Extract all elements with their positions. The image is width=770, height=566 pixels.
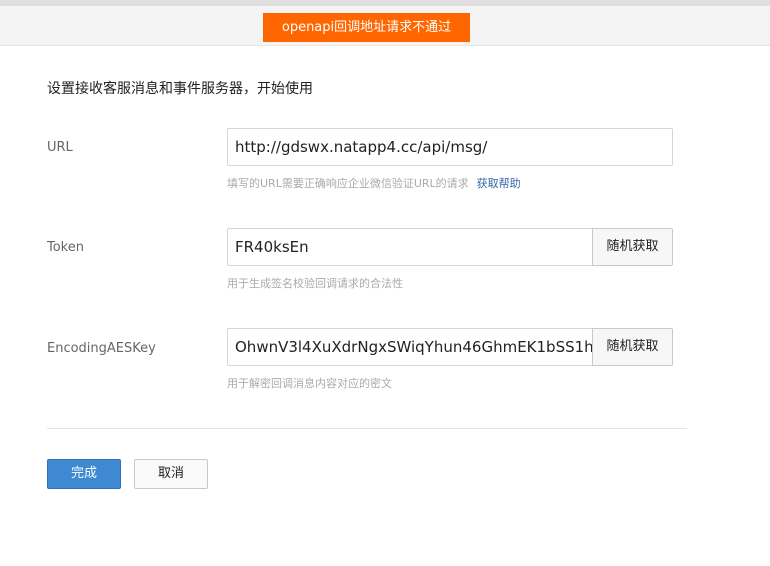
cancel-button[interactable]: 取消 (134, 459, 208, 489)
url-label: URL (47, 140, 73, 155)
error-toast: openapi回调地址请求不通过 (263, 13, 470, 42)
url-hint-text: 填写的URL需要正确响应企业微信验证URL的请求 (227, 177, 469, 190)
url-input[interactable]: http://gdswx.natapp4.cc/api/msg/ (227, 128, 673, 166)
aeskey-input[interactable]: OhwnV3l4XuXdrNgxSWiqYhun46GhmEK1bSS1hkmo (227, 328, 593, 366)
token-random-button[interactable]: 随机获取 (592, 228, 673, 266)
token-hint: 用于生成签名校验回调请求的合法性 (227, 277, 403, 290)
token-label: Token (47, 240, 84, 255)
divider (47, 428, 687, 429)
help-link[interactable]: 获取帮助 (477, 177, 521, 190)
aeskey-random-button[interactable]: 随机获取 (592, 328, 673, 366)
aeskey-hint: 用于解密回调消息内容对应的密文 (227, 377, 392, 390)
top-bar: openapi回调地址请求不通过 (0, 6, 770, 46)
confirm-button[interactable]: 完成 (47, 459, 121, 489)
intro-text: 设置接收客服消息和事件服务器，开始使用 (47, 81, 313, 97)
aeskey-label: EncodingAESKey (47, 341, 156, 356)
token-input[interactable]: FR40ksEn (227, 228, 593, 266)
url-hint: 填写的URL需要正确响应企业微信验证URL的请求 获取帮助 (227, 175, 521, 191)
